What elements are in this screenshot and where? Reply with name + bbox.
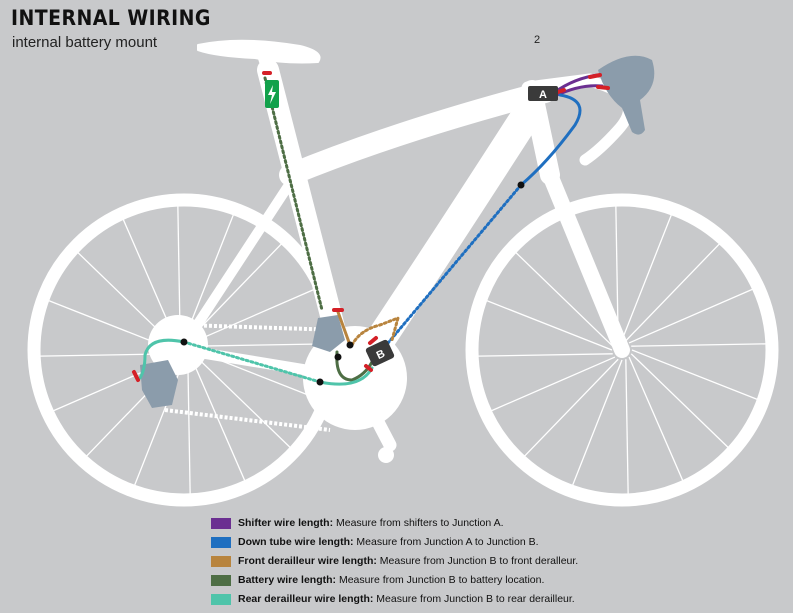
legend-swatch xyxy=(211,536,231,548)
legend-item: Front derailleur wire length: Measure fr… xyxy=(211,552,578,570)
legend-label: Down tube wire length: xyxy=(238,536,354,548)
legend-text: Measure from Junction B to rear deraille… xyxy=(373,593,575,605)
battery-icon xyxy=(265,80,279,108)
wheel-spoke xyxy=(625,243,720,342)
wheel-spoke xyxy=(625,359,629,494)
legend-label: Battery wire length: xyxy=(238,574,337,586)
junction-a: A xyxy=(528,86,558,101)
legend-text: Measure from Junction B to battery locat… xyxy=(336,574,545,586)
wheel-spoke xyxy=(187,359,191,494)
wheel-spoke xyxy=(628,356,684,481)
legend-swatch xyxy=(211,593,231,605)
wheel-spoke xyxy=(631,349,758,400)
legend-swatch xyxy=(211,574,231,586)
wheel-spoke xyxy=(628,288,753,344)
battery-wire-internal xyxy=(263,76,324,312)
legend-text: Measure from shifters to Junction A. xyxy=(333,517,504,529)
wheel-spoke xyxy=(193,343,328,347)
wheel-spoke xyxy=(478,353,613,357)
legend-item: Shifter wire length: Measure from shifte… xyxy=(211,514,578,532)
legend-item: Rear derailleur wire length: Measure fro… xyxy=(211,590,578,608)
wheel-spoke xyxy=(630,353,729,448)
wheel-spoke xyxy=(621,214,672,341)
legend-swatch xyxy=(211,555,231,567)
junction-a-label: A xyxy=(539,89,547,101)
legend-label: Shifter wire length: xyxy=(238,517,334,529)
legend-text: Measure from Junction B to front deralle… xyxy=(376,555,579,567)
legend-item: Battery wire length: Measure from Juncti… xyxy=(211,571,578,589)
legend: Shifter wire length: Measure from shifte… xyxy=(211,514,578,609)
pedal xyxy=(378,447,394,463)
legend-swatch xyxy=(211,517,231,529)
legend-label: Front derailleur wire length: xyxy=(238,555,377,567)
legend-text: Measure from Junction A to Junction B. xyxy=(353,536,539,548)
wheel-spoke xyxy=(491,356,616,412)
wheel-spoke xyxy=(486,300,613,351)
wheel-spoke xyxy=(631,343,766,347)
legend-item: Down tube wire length: Measure from Junc… xyxy=(211,533,578,551)
diagram-page: INTERNAL WIRING internal battery mount 2 xyxy=(0,0,793,613)
legend-label: Rear derailleur wire length: xyxy=(238,593,374,605)
rear-derailleur-wire-internal xyxy=(182,340,322,384)
wheel-spoke xyxy=(572,359,623,486)
wheel-spoke xyxy=(524,358,619,457)
